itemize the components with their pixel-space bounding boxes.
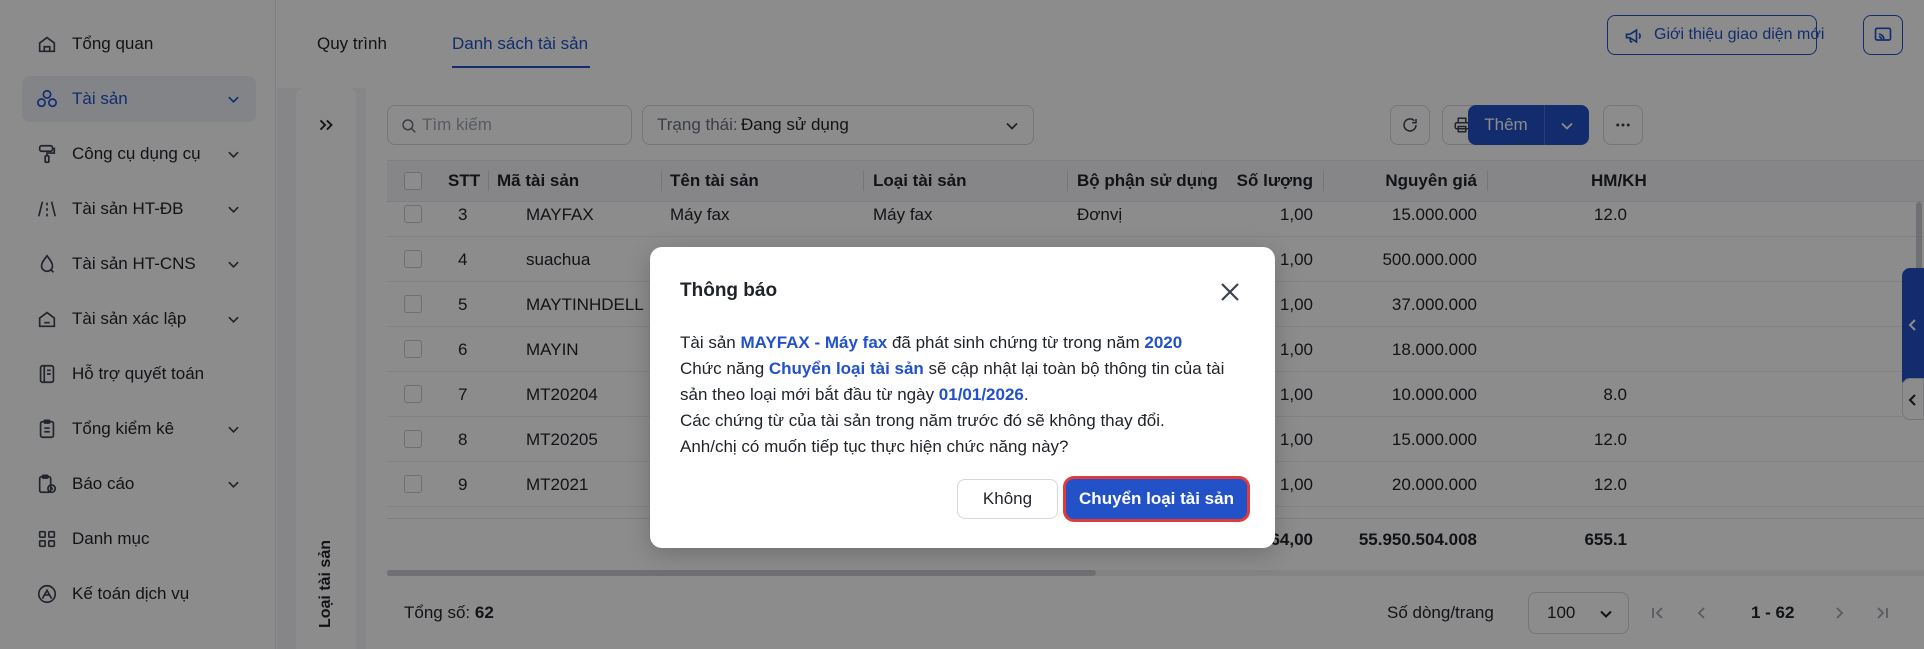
message-text: Tài sản — [680, 333, 741, 352]
document-year: 2020 — [1144, 333, 1183, 352]
dialog-message: Tài sản MAYFAX - Máy fax đã phát sinh ch… — [680, 330, 1255, 460]
cancel-button[interactable]: Không — [957, 479, 1058, 519]
message-text: Chức năng — [680, 359, 769, 378]
message-line-1: Tài sản MAYFAX - Máy fax đã phát sinh ch… — [680, 330, 1255, 356]
effective-date: 01/01/2026 — [938, 385, 1024, 404]
message-line-3: Các chứng từ của tài sản trong năm trước… — [680, 411, 1165, 430]
close-icon[interactable] — [1218, 280, 1242, 304]
message-text: . — [1023, 385, 1029, 404]
function-name: Chuyển loại tài sản — [768, 359, 924, 378]
message-line-4: Anh/chị có muốn tiếp tục thực hiện chức … — [680, 437, 1069, 456]
dialog-title: Thông báo — [680, 280, 778, 301]
confirm-dialog: Thông báo Tài sản MAYFAX - Máy fax đã ph… — [650, 247, 1275, 548]
message-line-2: Chức năng Chuyển loại tài sản sẽ cập nhậ… — [680, 356, 1255, 408]
asset-name: MAYFAX - Máy fax — [740, 333, 888, 352]
change-asset-type-button[interactable]: Chuyển loại tài sản — [1066, 479, 1247, 519]
message-text: đã phát sinh chứng từ trong năm — [887, 333, 1145, 352]
